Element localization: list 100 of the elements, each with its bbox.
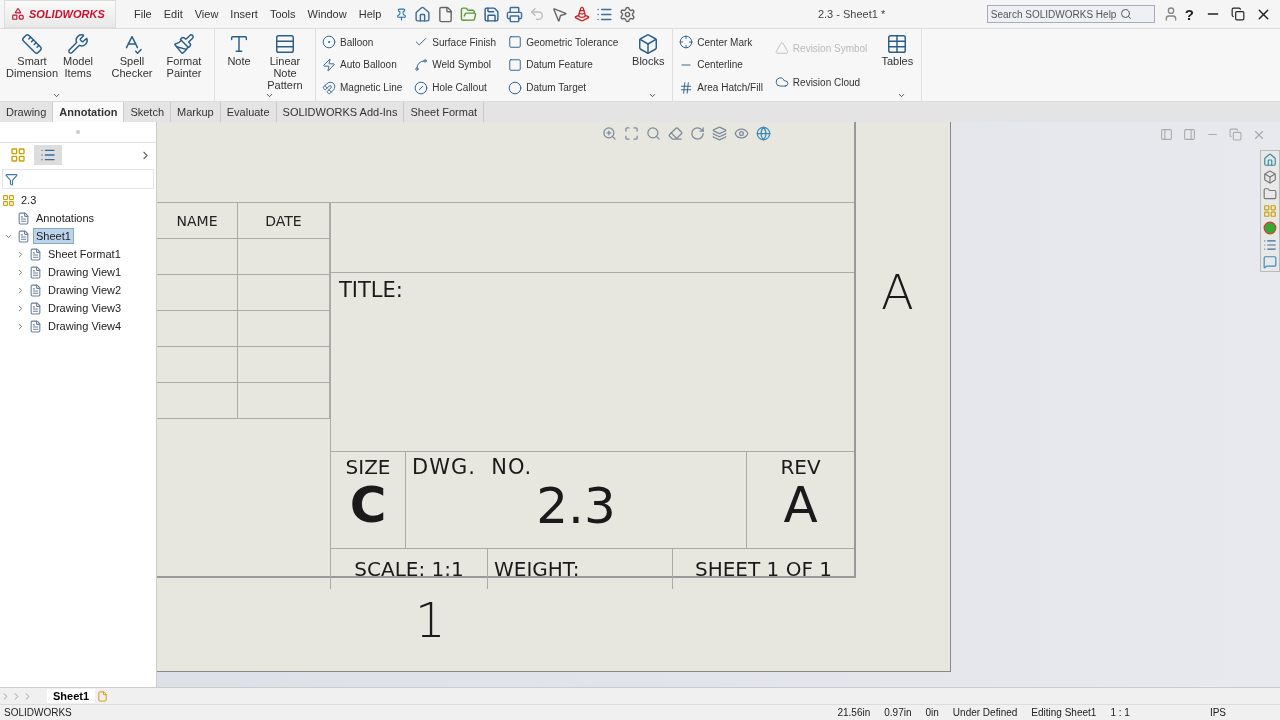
restore-icon[interactable] (1231, 7, 1245, 21)
ribbon-button[interactable]: Model Items (58, 31, 98, 99)
library-icon[interactable] (1263, 170, 1277, 184)
menu-item[interactable]: View (188, 8, 225, 20)
scale-text: SCALE: 1:1 (354, 558, 464, 580)
spline-icon (414, 58, 429, 72)
logo-text: SOLIDWORKS (29, 8, 105, 20)
ribbon-button[interactable]: Datum Target (506, 79, 621, 96)
folder-icon[interactable] (1263, 187, 1277, 201)
handle-icon[interactable] (76, 130, 80, 134)
settings-icon[interactable] (619, 5, 637, 23)
help-button[interactable]: ? (1184, 5, 1194, 23)
forum-icon[interactable] (1263, 255, 1277, 269)
dropdown-caret-icon[interactable] (897, 91, 907, 100)
tree-root[interactable]: 2.3 (18, 192, 40, 208)
revision-label: REV (780, 456, 821, 478)
search-field[interactable]: Search SOLIDWORKS Help (986, 5, 1155, 23)
ribbon-button[interactable]: Blocks (628, 31, 669, 99)
triangle-icon (774, 41, 789, 55)
status-field: 0in (925, 707, 939, 718)
square-icon (508, 58, 523, 72)
zoom-icon[interactable] (602, 126, 617, 141)
hole-icon (414, 80, 429, 95)
sheet-tab[interactable]: Sheet1 (47, 689, 96, 703)
status-field: 1 : 1 (1110, 707, 1130, 718)
pin-icon[interactable] (395, 7, 409, 21)
ribbon-button[interactable]: Centerline (677, 57, 765, 73)
status-field: Editing Sheet1 (1031, 707, 1097, 718)
ribbon-button[interactable]: Hole Callout (412, 79, 499, 96)
menu-item[interactable]: Help (352, 8, 388, 20)
crosshair-icon (679, 35, 694, 50)
ribbon-button[interactable]: Linear Note Pattern (259, 31, 311, 99)
dropdown-caret-icon[interactable] (52, 91, 61, 100)
zoom-area-icon[interactable] (646, 126, 661, 141)
table-icon (886, 33, 909, 55)
globe-icon[interactable] (756, 126, 771, 141)
add-sheet-icon[interactable] (97, 690, 109, 702)
new-file-icon[interactable] (437, 5, 455, 23)
menu-item[interactable]: File (128, 8, 158, 20)
ribbon-button[interactable]: Surface Finish (412, 34, 499, 51)
rotate-icon[interactable] (690, 126, 705, 141)
menu-item[interactable]: Insert (224, 8, 264, 20)
ribbon-tab[interactable]: Annotation (53, 102, 125, 122)
search-icon[interactable] (1120, 8, 1133, 20)
menu-item[interactable]: Window (301, 8, 353, 20)
tree-item[interactable]: Drawing View2 (45, 282, 125, 298)
save-icon[interactable] (483, 5, 501, 23)
ribbon-button[interactable]: Weld Symbol (412, 57, 499, 73)
panel-left-icon[interactable] (1160, 128, 1173, 141)
property-tab-icon[interactable] (40, 147, 56, 163)
properties-icon[interactable] (1263, 238, 1277, 252)
ribbon-button[interactable]: Tables (877, 31, 918, 99)
ribbon-button[interactable]: Revision Cloud (772, 74, 870, 90)
ribbon-button[interactable]: Auto Balloon (320, 57, 405, 73)
zone-label: 1 (415, 592, 446, 648)
tree-item[interactable]: Drawing View1 (45, 264, 125, 280)
appearance-icon[interactable] (1263, 221, 1277, 235)
menu-item[interactable]: Edit (157, 8, 189, 20)
select-pointer-icon[interactable] (551, 5, 569, 23)
ribbon-button[interactable]: Format Painter (158, 31, 210, 99)
filter-icon[interactable] (5, 172, 18, 186)
visibility-icon[interactable] (734, 126, 749, 141)
tree-item[interactable]: Sheet Format1 (45, 246, 124, 262)
panel-right-icon[interactable] (1183, 128, 1196, 141)
tree-item[interactable]: Drawing View4 (45, 318, 125, 334)
ribbon-button[interactable]: Center Mark (677, 34, 765, 51)
size-label: SIZE (345, 456, 391, 478)
fit-icon[interactable] (624, 126, 639, 141)
feature-tree-tab-icon[interactable] (10, 147, 26, 163)
status-field: 21.56in (837, 707, 871, 718)
ribbon-button[interactable]: Smart Dimension (6, 31, 58, 99)
ribbon-button[interactable]: Magnetic Line (320, 79, 405, 96)
ribbon-button[interactable]: Balloon (320, 34, 405, 51)
palette-icon[interactable] (1263, 204, 1277, 218)
home-icon[interactable] (414, 5, 432, 23)
layers-icon[interactable] (712, 126, 727, 141)
print-icon[interactable] (506, 5, 524, 23)
units-field[interactable]: IPS (1209, 707, 1226, 718)
ribbon-button[interactable]: Spell Checker (106, 31, 158, 99)
undo-icon[interactable] (529, 6, 546, 22)
status-field: Under Defined (952, 707, 1018, 718)
tree-item[interactable]: Annotations (33, 210, 98, 226)
ribbon-button[interactable]: Datum Feature (506, 57, 621, 73)
brush-icon (173, 33, 195, 55)
open-folder-icon[interactable] (460, 5, 478, 23)
ruler-icon (21, 33, 43, 55)
dropdown-caret-icon[interactable] (265, 91, 274, 100)
tree-item[interactable]: Sheet1 (33, 228, 74, 244)
tree-item[interactable]: Drawing View3 (45, 300, 125, 316)
eraser-icon[interactable] (668, 126, 683, 141)
menu-item[interactable]: Tools (263, 8, 302, 20)
ribbon-button[interactable]: Geometric Tolerance (506, 34, 621, 51)
block-icon (637, 33, 660, 55)
frame-icon (508, 35, 523, 50)
ribbon-button[interactable]: Note (219, 31, 259, 99)
sheet-number: SHEET 1 OF 1 (695, 558, 832, 580)
ribbon-button[interactable]: Area Hatch/Fill (677, 79, 765, 96)
home-icon[interactable] (1263, 153, 1277, 167)
hatch-icon (679, 80, 694, 95)
dropdown-caret-icon[interactable] (648, 91, 658, 100)
